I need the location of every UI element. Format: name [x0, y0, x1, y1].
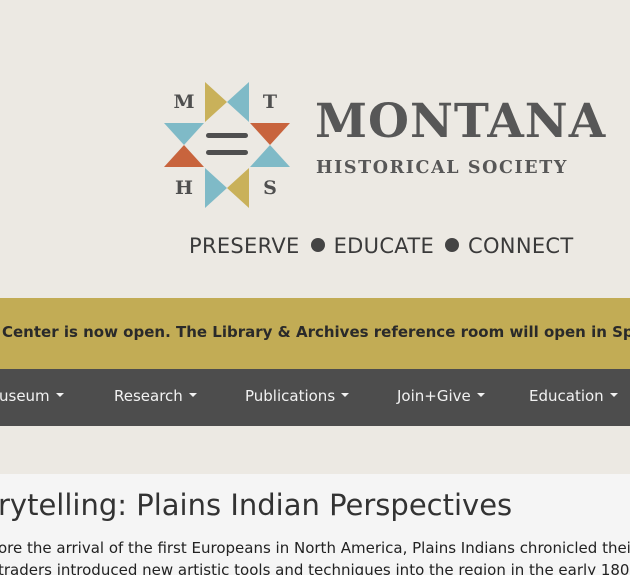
logo-bottom-left-triangle: [205, 168, 227, 208]
logo-left-top-triangle: [164, 123, 204, 145]
logo-right-bottom-triangle: [250, 145, 290, 167]
logo-top-left-triangle: [205, 82, 227, 122]
nav-item-label: useum: [0, 387, 50, 405]
nav-item-label: Publications: [245, 387, 336, 405]
site-subtitle[interactable]: HISTORICAL SOCIETY: [316, 159, 568, 178]
logo-top-right-triangle: [227, 82, 249, 122]
nav-item-label: Join+Give: [397, 387, 471, 405]
tagline: PRESERVE EDUCATE CONNECT: [189, 236, 574, 257]
bullet-icon: [310, 238, 325, 252]
paragraph-line: ore the arrival of the first Europeans i…: [0, 539, 630, 557]
nav-item-research[interactable]: Research: [114, 389, 197, 404]
caret-down-icon: [476, 392, 485, 397]
nav-item-museum[interactable]: useum: [0, 389, 64, 404]
tagline-educate: EDUCATE: [333, 234, 435, 258]
nav-item-join-give[interactable]: Join+Give: [397, 389, 485, 404]
caret-down-icon: [609, 392, 618, 397]
caret-down-icon: [55, 392, 64, 397]
nav-item-label: Research: [114, 387, 183, 405]
logo-bar-top: [206, 133, 248, 138]
nav-item-education[interactable]: Education: [529, 389, 618, 404]
tagline-connect: CONNECT: [468, 234, 574, 258]
mths-logo[interactable]: M T H S: [160, 78, 294, 212]
main-content: rytelling: Plains Indian Perspectives or…: [0, 474, 630, 575]
intro-paragraph: ore the arrival of the first Europeans i…: [0, 537, 630, 575]
paragraph-line: traders introduced new artistic tools an…: [0, 561, 630, 575]
announcement-banner: Center is now open. The Library & Archiv…: [0, 298, 630, 369]
logo-left-bottom-triangle: [164, 145, 204, 167]
page-title: rytelling: Plains Indian Perspectives: [0, 488, 513, 522]
nav-item-publications[interactable]: Publications: [245, 387, 350, 405]
logo-letter-t: T: [263, 91, 277, 113]
main-nav: useum Research Publications Join+Give Ed…: [0, 369, 630, 426]
logo-bar-bottom: [206, 150, 248, 155]
nav-item-label: Education: [529, 387, 604, 405]
logo-letter-s: S: [263, 177, 277, 199]
logo-letter-m: M: [173, 91, 194, 113]
caret-down-icon: [188, 392, 197, 397]
bullet-icon: [445, 238, 460, 252]
logo-right-top-triangle: [250, 123, 290, 145]
site-title[interactable]: MONTANA: [315, 98, 606, 145]
logo-letter-h: H: [175, 177, 193, 199]
logo-bottom-right-triangle: [227, 168, 249, 208]
tagline-preserve: PRESERVE: [189, 234, 300, 258]
caret-down-icon: [341, 392, 350, 397]
announcement-text: Center is now open. The Library & Archiv…: [2, 323, 630, 341]
